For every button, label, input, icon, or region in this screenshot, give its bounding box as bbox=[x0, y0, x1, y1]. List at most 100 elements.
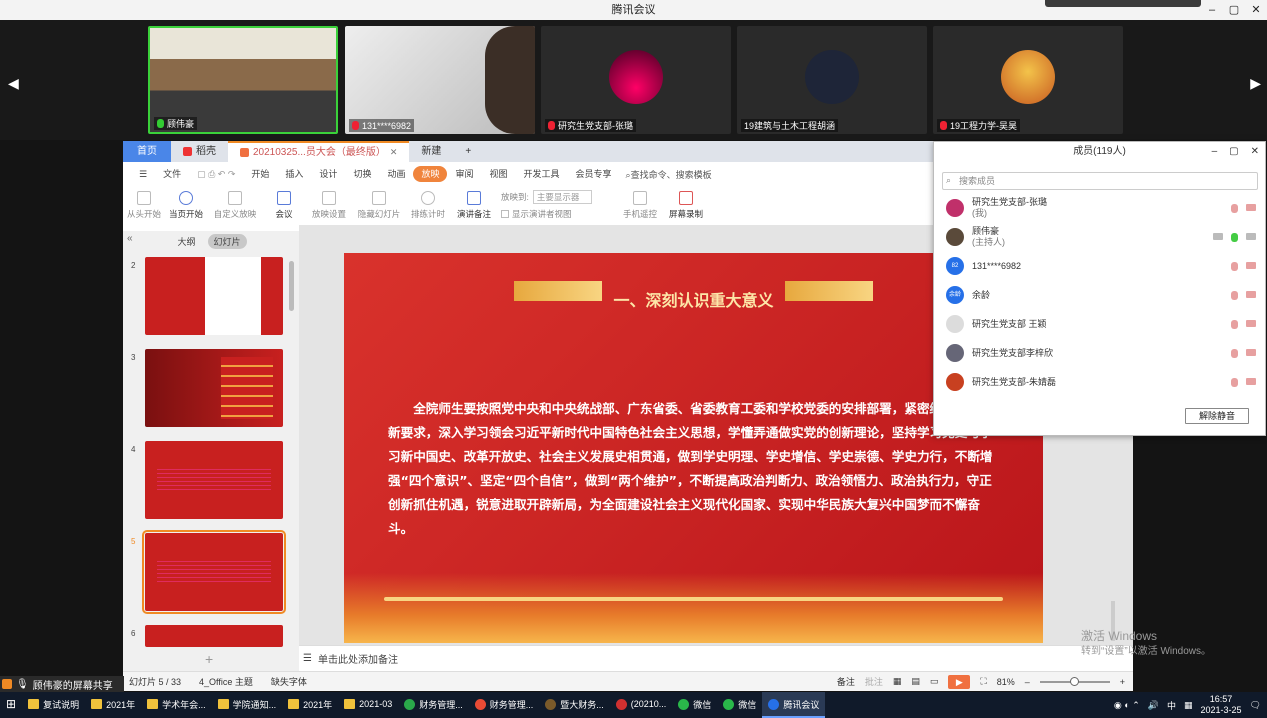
slide-thumbnail[interactable] bbox=[145, 625, 283, 647]
taskbar-item[interactable]: 暨大财务... bbox=[539, 692, 610, 718]
menu-view[interactable]: 视图 bbox=[482, 166, 516, 182]
tab-document[interactable]: 20210325...员大会（最终版） ✕ bbox=[228, 141, 410, 163]
mic-off-icon[interactable] bbox=[1231, 290, 1238, 300]
speaker-notes-button[interactable]: 演讲备注 bbox=[451, 185, 497, 225]
top-toolbar-handle[interactable] bbox=[1045, 0, 1201, 7]
tab-slides[interactable]: 幻灯片 bbox=[207, 233, 247, 249]
command-search[interactable]: ⌕查找命令、搜索模板 bbox=[626, 168, 712, 181]
taskbar-item[interactable]: 财务管理... bbox=[398, 692, 469, 718]
taskbar-item[interactable]: 学术年会... bbox=[141, 692, 212, 718]
maximize-icon[interactable]: ▢ bbox=[1223, 0, 1245, 20]
quick-access-icons[interactable]: ▢ ⎙ ↶ ↷ bbox=[189, 166, 243, 182]
zoom-out-icon[interactable]: – bbox=[1025, 677, 1030, 687]
zoom-slider[interactable] bbox=[1039, 676, 1110, 686]
camera-icon[interactable] bbox=[1246, 232, 1256, 240]
taskbar-item[interactable]: 腾讯会议 bbox=[762, 692, 826, 718]
menu-developer[interactable]: 开发工具 bbox=[516, 166, 568, 182]
panel-scrollbar[interactable] bbox=[289, 261, 294, 311]
slide-thumbnail[interactable] bbox=[145, 349, 283, 427]
mic-off-icon[interactable] bbox=[1231, 377, 1238, 387]
mic-off-icon[interactable] bbox=[1231, 261, 1238, 271]
rehearse-button[interactable]: 排练计时 bbox=[405, 185, 451, 225]
fit-icon[interactable]: ⛶ bbox=[980, 676, 986, 687]
zoom-in-icon[interactable]: + bbox=[1120, 677, 1125, 687]
video-tile[interactable]: 19工程力学-吴昊 bbox=[933, 26, 1123, 134]
menu-file[interactable]: 文件 bbox=[155, 166, 189, 182]
menu-member[interactable]: 会员专享 bbox=[568, 166, 620, 182]
video-tile[interactable]: 研究生党支部-张璐 bbox=[541, 26, 731, 134]
show-settings-button[interactable]: 放映设置 bbox=[305, 185, 353, 225]
tab-new[interactable]: 新建 bbox=[409, 141, 453, 162]
hide-slide-button[interactable]: 隐藏幻灯片 bbox=[353, 185, 405, 225]
menu-animation[interactable]: 动画 bbox=[379, 166, 413, 182]
prev-arrow-icon[interactable]: ◀ bbox=[8, 75, 19, 92]
close-icon[interactable]: ✕ bbox=[1251, 142, 1259, 162]
camera-off-icon[interactable] bbox=[1246, 348, 1256, 356]
play-slideshow-button[interactable]: ▶ bbox=[948, 674, 971, 689]
member-row[interactable]: 研究生党支部-朱婧磊 bbox=[946, 368, 1256, 396]
start-windows-icon[interactable]: ⊞ bbox=[0, 692, 22, 718]
taskbar-item[interactable]: 学院通知... bbox=[212, 692, 283, 718]
zoom-slider-thumb[interactable] bbox=[1069, 676, 1079, 686]
taskbar-item[interactable]: 财务管理... bbox=[469, 692, 540, 718]
taskbar-item[interactable]: 2021年 bbox=[282, 692, 338, 718]
notification-icon[interactable]: 🗨 bbox=[1250, 700, 1261, 711]
camera-off-icon[interactable] bbox=[1246, 203, 1256, 211]
ime-indicator[interactable]: 中 bbox=[1167, 699, 1176, 712]
screen-share-bar[interactable]: 🎙 顾伟豪的屏幕共享 bbox=[0, 676, 124, 692]
add-slide-icon[interactable]: + bbox=[205, 651, 213, 667]
menu-design[interactable]: 设计 bbox=[311, 166, 345, 182]
presenter-view-checkbox[interactable] bbox=[501, 210, 509, 218]
notes-bar[interactable]: ☰ 单击此处添加备注 bbox=[299, 645, 1133, 671]
clock[interactable]: 16:57 2021-3-25 bbox=[1201, 694, 1242, 716]
member-search-input[interactable]: 搜索成员 bbox=[942, 172, 1258, 190]
close-icon[interactable]: ✕ bbox=[390, 142, 398, 163]
reading-view-icon[interactable]: ▭ bbox=[930, 676, 939, 687]
normal-view-icon[interactable]: ▦ bbox=[893, 676, 902, 687]
taskbar-item[interactable]: 微信 bbox=[672, 692, 717, 718]
meeting-button[interactable]: 会议 bbox=[263, 185, 305, 225]
taskbar-item[interactable]: (20210... bbox=[610, 692, 673, 718]
hamburger-icon[interactable]: ☰ bbox=[131, 166, 155, 182]
from-current-button[interactable]: 当页开始 bbox=[165, 185, 207, 225]
mic-off-icon[interactable] bbox=[1231, 203, 1238, 213]
member-row[interactable]: 余龄 余龄 bbox=[946, 281, 1256, 309]
member-row[interactable]: 顾伟豪 (主持人) bbox=[946, 223, 1256, 251]
menu-transition[interactable]: 切换 bbox=[345, 166, 379, 182]
tab-outline[interactable]: 大纲 bbox=[177, 235, 195, 248]
minimize-icon[interactable]: – bbox=[1212, 142, 1218, 162]
video-tile[interactable]: 顾伟豪 bbox=[148, 26, 338, 134]
missing-font[interactable]: 缺失字体 bbox=[271, 675, 307, 688]
member-row[interactable]: 研究生党支部李梓欣 bbox=[946, 339, 1256, 367]
camera-off-icon[interactable] bbox=[1246, 290, 1256, 298]
next-arrow-icon[interactable]: ▶ bbox=[1250, 75, 1261, 92]
menu-slideshow[interactable]: 放映 bbox=[413, 166, 448, 182]
volume-icon[interactable]: 🔊 bbox=[1148, 700, 1159, 711]
new-tab-button[interactable]: + bbox=[453, 141, 483, 162]
screen-record-button[interactable]: 屏幕录制 bbox=[663, 185, 709, 225]
slide-thumbnail-selected[interactable] bbox=[142, 530, 286, 614]
taskbar-item[interactable]: 微信 bbox=[717, 692, 762, 718]
member-row[interactable]: 研究生党支部-张璐 (我) bbox=[946, 194, 1256, 222]
close-icon[interactable]: ✕ bbox=[1245, 0, 1267, 20]
notes-toggle[interactable]: 备注 bbox=[837, 675, 855, 688]
zoom-level[interactable]: 81% bbox=[997, 677, 1015, 687]
taskbar-item[interactable]: 复试说明 bbox=[22, 692, 85, 718]
notes-placeholder[interactable]: 单击此处添加备注 bbox=[318, 651, 398, 666]
mic-off-icon[interactable] bbox=[1231, 319, 1238, 329]
menu-home[interactable]: 开始 bbox=[243, 166, 277, 182]
member-row[interactable]: 82 131****6982 bbox=[946, 252, 1256, 280]
minimize-icon[interactable]: – bbox=[1201, 0, 1223, 20]
taskbar-item[interactable]: 2021年 bbox=[85, 692, 141, 718]
menu-insert[interactable]: 插入 bbox=[277, 166, 311, 182]
input-mode-icon[interactable]: ▦ bbox=[1184, 700, 1193, 711]
unmute-button[interactable]: 解除静音 bbox=[1185, 408, 1249, 424]
slide-thumbnail[interactable] bbox=[145, 441, 283, 519]
video-tile[interactable]: 19建筑与土木工程胡涵 bbox=[737, 26, 927, 134]
tray-icons[interactable]: ◉ ◐ ⌃ bbox=[1114, 700, 1140, 711]
from-start-button[interactable]: 从头开始 bbox=[123, 185, 165, 225]
sorter-view-icon[interactable]: ▤ bbox=[911, 676, 920, 687]
display-select[interactable]: 主要显示器 bbox=[532, 190, 593, 204]
video-tile[interactable]: 131****6982 bbox=[345, 26, 535, 134]
camera-off-icon[interactable] bbox=[1246, 377, 1256, 385]
